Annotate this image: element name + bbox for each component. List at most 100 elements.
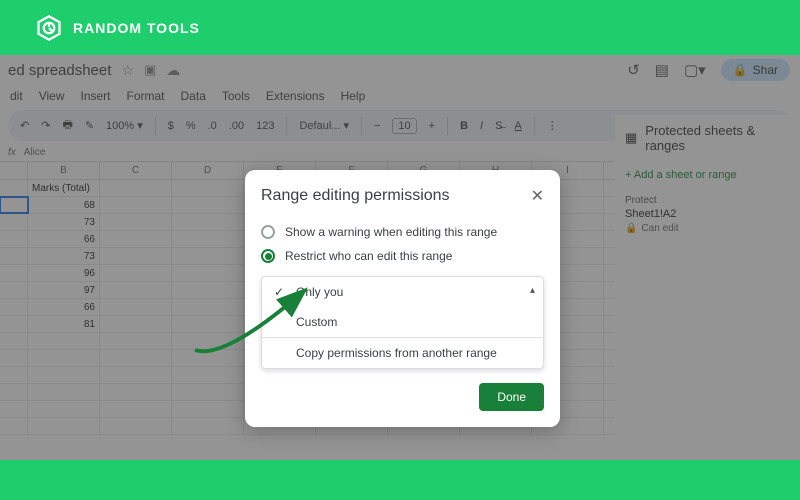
cell[interactable]: 96 (28, 265, 100, 281)
add-range-link[interactable]: + Add a sheet or range (625, 163, 790, 187)
share-button[interactable]: 🔒Shar (721, 59, 790, 81)
menu-insert[interactable]: Insert (80, 89, 110, 103)
cell[interactable]: 68 (28, 197, 100, 213)
cell[interactable]: 81 (28, 316, 100, 332)
menu-tools[interactable]: Tools (222, 89, 250, 103)
cell[interactable] (28, 367, 100, 383)
cell[interactable] (100, 333, 172, 349)
cell[interactable] (172, 299, 244, 315)
cell[interactable] (28, 401, 100, 417)
cell[interactable]: 73 (28, 214, 100, 230)
strike-button[interactable]: S̶ (495, 120, 502, 132)
cell[interactable]: 97 (28, 282, 100, 298)
cell[interactable] (0, 180, 28, 196)
star-icon[interactable]: ☆ (121, 62, 134, 79)
cell[interactable]: 73 (28, 248, 100, 264)
comment-icon[interactable]: ▤ (655, 61, 669, 79)
font-size[interactable]: 10 (392, 118, 416, 134)
cell[interactable] (100, 418, 172, 434)
permission-dropdown[interactable]: ▴ Only you Custom Copy permissions from … (261, 276, 544, 369)
percent-button[interactable]: % (186, 120, 196, 132)
cell[interactable] (0, 299, 28, 315)
cell[interactable]: 66 (28, 299, 100, 315)
menu-view[interactable]: View (39, 89, 65, 103)
cell[interactable] (100, 282, 172, 298)
cell[interactable] (0, 214, 28, 230)
cell[interactable] (100, 316, 172, 332)
move-icon[interactable]: ▣ (144, 62, 156, 78)
cell[interactable] (0, 367, 28, 383)
menu-format[interactable]: Format (127, 89, 165, 103)
radio-restrict[interactable]: Restrict who can edit this range (261, 244, 544, 268)
protected-range[interactable]: Sheet1!A2 (625, 208, 790, 220)
format-123[interactable]: 123 (256, 120, 274, 132)
menu-extensions[interactable]: Extensions (266, 89, 325, 103)
col-head[interactable]: C (100, 162, 172, 179)
cell[interactable] (172, 367, 244, 383)
cell[interactable] (172, 384, 244, 400)
cell[interactable] (172, 282, 244, 298)
cell[interactable] (28, 333, 100, 349)
print-icon[interactable]: 🖶 (62, 116, 72, 135)
history-icon[interactable]: ↺ (627, 61, 640, 79)
dropdown-option-copy[interactable]: Copy permissions from another range (262, 338, 543, 368)
cell[interactable] (28, 350, 100, 366)
meet-icon[interactable]: ▢▾ (684, 61, 706, 79)
menu-edit[interactable]: dit (10, 89, 23, 103)
font-decrease[interactable]: − (374, 120, 380, 132)
radio-warning[interactable]: Show a warning when editing this range (261, 220, 544, 244)
cell[interactable] (172, 418, 244, 434)
cell[interactable] (0, 316, 28, 332)
cell[interactable] (28, 384, 100, 400)
cell[interactable] (172, 401, 244, 417)
bold-button[interactable]: B (460, 120, 468, 132)
cell[interactable] (100, 350, 172, 366)
cell[interactable] (100, 197, 172, 213)
zoom-select[interactable]: 100% ▾ (106, 119, 143, 132)
cell[interactable] (172, 248, 244, 264)
cell[interactable] (172, 197, 244, 213)
cell[interactable] (0, 197, 28, 213)
cloud-icon[interactable]: ☁ (166, 62, 180, 79)
cell[interactable] (172, 214, 244, 230)
italic-button[interactable]: I (480, 120, 483, 132)
cell[interactable] (28, 418, 100, 434)
cell[interactable] (0, 265, 28, 281)
cell[interactable] (172, 333, 244, 349)
cell[interactable] (0, 333, 28, 349)
col-head[interactable]: B (28, 162, 100, 179)
cell[interactable] (172, 180, 244, 196)
paint-icon[interactable]: ✎ (85, 119, 94, 132)
dec-decrease[interactable]: .0 (208, 120, 217, 132)
cell[interactable] (172, 231, 244, 247)
cell[interactable] (100, 401, 172, 417)
more-icon[interactable]: ⋮ (547, 119, 558, 132)
cell[interactable] (100, 248, 172, 264)
currency-button[interactable]: $ (168, 120, 174, 132)
close-icon[interactable]: ✕ (531, 186, 544, 206)
cell[interactable] (0, 231, 28, 247)
redo-icon[interactable]: ↷ (41, 119, 50, 132)
cell[interactable] (172, 350, 244, 366)
font-increase[interactable]: + (429, 120, 435, 132)
cell[interactable] (100, 265, 172, 281)
text-color[interactable]: A (514, 120, 521, 132)
cell[interactable] (100, 180, 172, 196)
cell[interactable] (100, 384, 172, 400)
col-a-stub[interactable] (0, 162, 28, 179)
dec-increase[interactable]: .00 (229, 120, 244, 132)
cell[interactable] (100, 231, 172, 247)
dropdown-option-only-you[interactable]: Only you (262, 277, 543, 307)
cell[interactable] (0, 350, 28, 366)
cell[interactable] (0, 282, 28, 298)
cell[interactable] (0, 248, 28, 264)
cell[interactable] (100, 367, 172, 383)
col-head[interactable]: D (172, 162, 244, 179)
cell[interactable] (100, 299, 172, 315)
cell[interactable] (0, 401, 28, 417)
done-button[interactable]: Done (479, 383, 544, 411)
cell[interactable] (172, 265, 244, 281)
doc-title[interactable]: ed spreadsheet (8, 62, 111, 79)
cell[interactable] (172, 316, 244, 332)
cell[interactable] (0, 418, 28, 434)
